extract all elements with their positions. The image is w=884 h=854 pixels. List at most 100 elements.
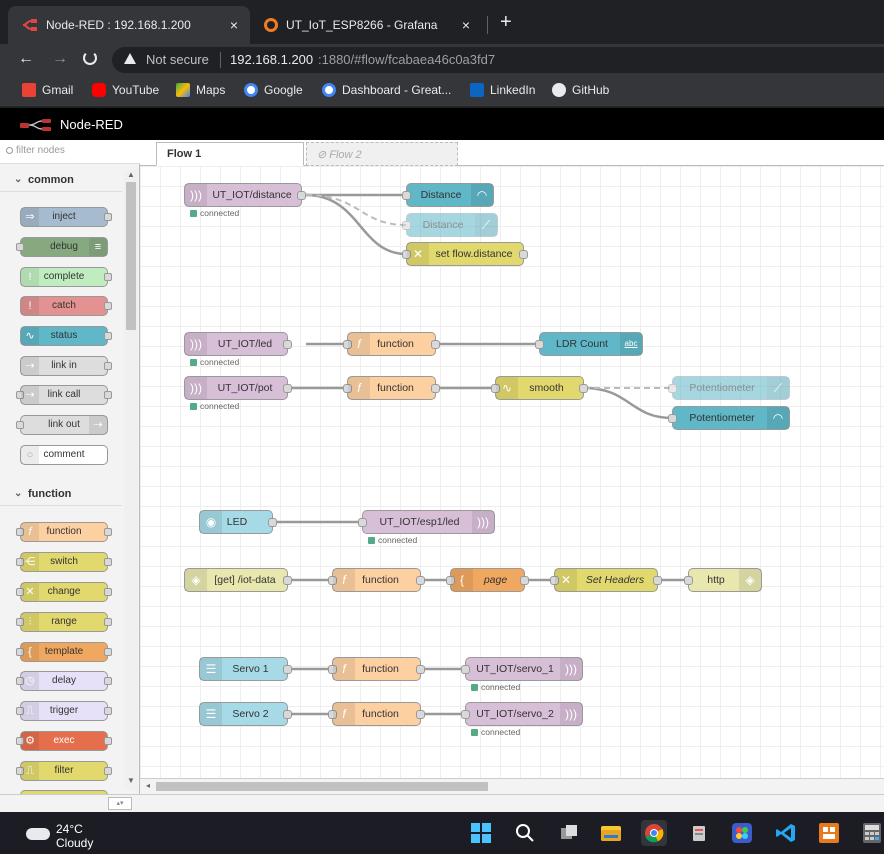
http-response[interactable]: http ◈ xyxy=(684,568,762,592)
new-tab-button[interactable]: + xyxy=(500,12,512,32)
palette-node-comment[interactable]: ○ comment xyxy=(20,445,108,465)
chart-potentiometer[interactable]: Potentiometer ⟋ xyxy=(668,376,790,400)
gauge-potentiometer[interactable]: Potentiometer ◠ xyxy=(668,406,790,430)
collapse-all-button[interactable]: ▴▾ xyxy=(108,797,132,810)
output-port[interactable] xyxy=(104,648,112,656)
palette-node-complete[interactable]: ! complete xyxy=(20,267,112,287)
gauge-distance[interactable]: Distance ◠ xyxy=(402,183,494,207)
output-port[interactable] xyxy=(104,273,112,281)
palette-node-link-out[interactable]: link out ⇢ xyxy=(16,415,108,435)
change-set-headers[interactable]: ✕ Set Headers xyxy=(550,568,662,592)
tab-flow-2[interactable]: ⊘ Flow 2 xyxy=(306,142,458,166)
mqtt-in-distance[interactable]: ))) UT_IOT/distance xyxy=(184,183,306,207)
input-port[interactable] xyxy=(402,221,411,230)
browser-tab-grafana[interactable]: UT_IoT_ESP8266 - Grafana × xyxy=(252,6,484,44)
palette-search[interactable]: filter nodes xyxy=(0,140,140,164)
output-port[interactable] xyxy=(431,340,440,349)
output-port[interactable] xyxy=(268,518,277,527)
output-port[interactable] xyxy=(104,737,112,745)
mqtt-out-led[interactable]: UT_IOT/esp1/led))) xyxy=(358,510,495,534)
input-port[interactable] xyxy=(684,576,693,585)
output-port[interactable] xyxy=(431,384,440,393)
bookmark-maps[interactable]: Maps xyxy=(176,83,225,97)
input-port[interactable] xyxy=(16,243,24,251)
input-port[interactable] xyxy=(668,384,677,393)
palette-node-trigger[interactable]: ⎍ trigger xyxy=(16,701,112,721)
input-port[interactable] xyxy=(16,421,24,429)
bookmark-linkedin[interactable]: LinkedIn xyxy=(470,83,535,97)
app-icon[interactable] xyxy=(729,820,755,846)
output-port[interactable] xyxy=(283,384,292,393)
bookmark-youtube[interactable]: YouTube xyxy=(92,83,159,97)
bookmark-github[interactable]: GitHub xyxy=(552,83,609,97)
output-port[interactable] xyxy=(283,710,292,719)
mqtt-in-led[interactable]: ))) UT_IOT/led xyxy=(184,332,292,356)
palette-node-range[interactable]: ⫶ range xyxy=(16,612,112,632)
close-tab-icon[interactable]: × xyxy=(230,17,238,33)
back-icon[interactable]: ← xyxy=(18,50,34,68)
flow-canvas[interactable]: ))) UT_IOT/distance connected Distance ◠ D… xyxy=(140,166,884,778)
mqtt-out-servo-2[interactable]: UT_IOT/servo_2))) xyxy=(461,702,583,726)
output-port[interactable] xyxy=(104,767,112,775)
app-icon[interactable] xyxy=(686,820,712,846)
forward-icon[interactable]: → xyxy=(52,50,68,68)
output-port[interactable] xyxy=(104,618,112,626)
output-port[interactable] xyxy=(104,391,112,399)
function-servo-1[interactable]: f function xyxy=(328,657,425,681)
switch-led[interactable]: ◉ LED xyxy=(199,510,277,534)
http-in-iot-data[interactable]: ◈ [get] /iot-data xyxy=(184,568,292,592)
bookmark-gmail[interactable]: Gmail xyxy=(22,83,73,97)
app-icon[interactable] xyxy=(816,820,842,846)
task-view-icon[interactable] xyxy=(556,820,582,846)
palette-node-template[interactable]: {template xyxy=(16,642,112,662)
function-pot[interactable]: f function xyxy=(343,376,440,400)
input-port[interactable] xyxy=(402,191,411,200)
output-port[interactable] xyxy=(297,191,306,200)
output-port[interactable] xyxy=(283,576,292,585)
category-function[interactable]: ⌄ function xyxy=(0,482,122,506)
reload-icon[interactable] xyxy=(83,51,97,65)
chart-distance[interactable]: Distance ⟋ xyxy=(402,213,498,237)
vscode-icon[interactable] xyxy=(773,820,799,846)
palette-node-delay[interactable]: ◷ delay xyxy=(16,671,112,691)
output-port[interactable] xyxy=(104,528,112,536)
output-port[interactable] xyxy=(104,302,112,310)
output-port[interactable] xyxy=(520,576,529,585)
scroll-thumb[interactable] xyxy=(156,782,488,791)
palette-node-exec[interactable]: ⚙ exec xyxy=(16,731,112,751)
calculator-icon[interactable] xyxy=(860,820,884,846)
input-port[interactable] xyxy=(461,710,470,719)
palette-node-filter[interactable]: ⎍ filter xyxy=(16,761,112,781)
function-http[interactable]: f function xyxy=(328,568,425,592)
scroll-left-arrow[interactable]: ◂ xyxy=(146,781,150,790)
scroll-up-arrow[interactable]: ▲ xyxy=(127,170,135,179)
text-ldr-count[interactable]: LDR Count abc xyxy=(535,332,643,356)
input-port[interactable] xyxy=(535,340,544,349)
canvas-horizontal-scrollbar[interactable]: ◂ xyxy=(140,778,884,794)
smooth-node[interactable]: ∿ smooth xyxy=(491,376,588,400)
function-led[interactable]: f function xyxy=(343,332,440,356)
output-port[interactable] xyxy=(283,665,292,674)
palette-node-change[interactable]: ✕ change xyxy=(16,582,112,602)
chrome-icon[interactable] xyxy=(641,820,667,846)
change-set-flow-distance[interactable]: ✕ set flow.distance xyxy=(402,242,528,266)
output-port[interactable] xyxy=(283,340,292,349)
palette-node-catch[interactable]: ! catch xyxy=(20,296,112,316)
palette-node-status[interactable]: ∿ status xyxy=(20,326,112,346)
palette-node-link-in[interactable]: ⇢ link in xyxy=(20,356,112,376)
template-page[interactable]: {page xyxy=(446,568,529,592)
output-port[interactable] xyxy=(104,558,112,566)
function-servo-2[interactable]: f function xyxy=(328,702,425,726)
windows-start-icon[interactable] xyxy=(468,820,494,846)
palette-node-inject[interactable]: ⇒ inject xyxy=(20,207,112,227)
browser-tab-node-red[interactable]: Node-RED : 192.168.1.200 × xyxy=(8,6,250,44)
input-port[interactable] xyxy=(461,665,470,674)
input-port[interactable] xyxy=(668,414,677,423)
scroll-down-arrow[interactable]: ▼ xyxy=(127,776,135,785)
security-label[interactable]: Not secure xyxy=(146,52,209,67)
output-port[interactable] xyxy=(104,213,112,221)
mqtt-out-servo-1[interactable]: UT_IOT/servo_1))) xyxy=(461,657,583,681)
weather-widget[interactable]: 24°C Cloudy xyxy=(24,822,114,850)
address-bar[interactable]: Not secure 192.168.1.200 :1880/#flow/fca… xyxy=(112,47,884,73)
palette-node-link-call[interactable]: ⇢ link call xyxy=(16,385,112,405)
